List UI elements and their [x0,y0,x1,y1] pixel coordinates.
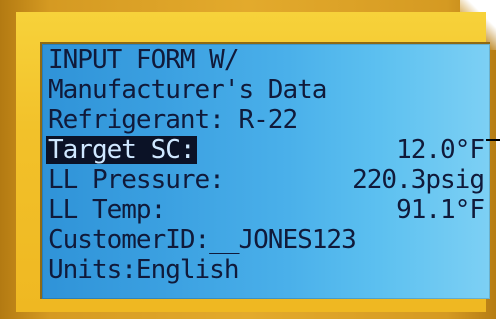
lcd-screen: INPUT FORM W/ Manufacturer's Data Refrig… [40,42,490,299]
ll-temp-row[interactable]: LL Temp: 91.1°F [48,195,485,225]
ll-pressure-value: 220.3psig [352,165,485,195]
device-photo: INPUT FORM W/ Manufacturer's Data Refrig… [0,0,500,319]
ll-pressure-label: LL Pressure: [48,165,225,195]
target-sc-value: 12.0°F [396,135,485,165]
ll-temp-value: 91.1°F [396,195,485,225]
customer-id-line[interactable]: CustomerID:__JONES123 [48,226,484,254]
refrigerant-line: Refrigerant: R-22 [48,105,298,135]
target-sc-row[interactable]: Target SC: 12.0°F [46,135,485,165]
form-title-line1: INPUT FORM W/ [48,45,240,75]
form-title-line2: Manufacturer's Data [48,75,327,105]
callout-pointer-line [486,139,500,141]
units-line[interactable]: Units:English [48,256,484,284]
ll-temp-label: LL Temp: [48,195,166,225]
ll-pressure-row[interactable]: LL Pressure: 220.3psig [48,165,485,195]
target-sc-label: Target SC: [46,135,197,165]
